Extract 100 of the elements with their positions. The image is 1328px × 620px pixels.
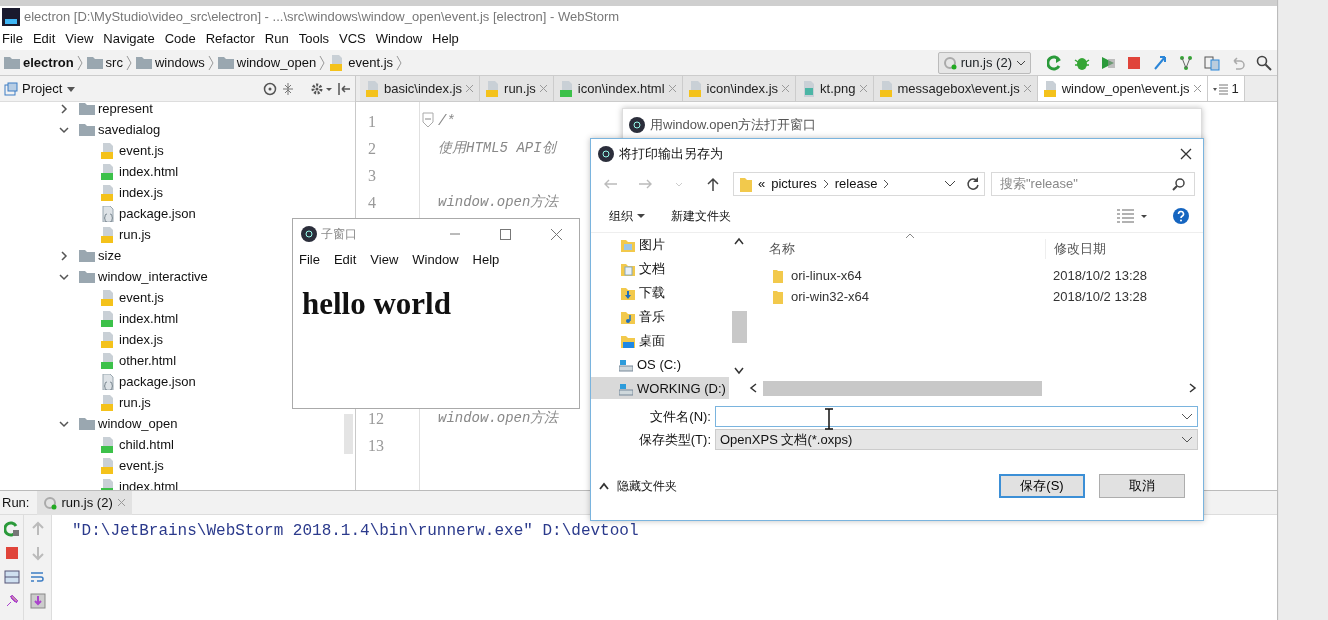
scroll-up-icon[interactable]: [734, 237, 744, 245]
gear-icon[interactable]: [311, 81, 333, 96]
refresh-icon[interactable]: [966, 177, 980, 191]
nav-item[interactable]: 图片: [591, 233, 729, 257]
tree-item[interactable]: run.js: [119, 392, 151, 413]
file-name-field[interactable]: [715, 406, 1198, 427]
branch-icon[interactable]: [1178, 54, 1194, 71]
panel-title[interactable]: Project: [22, 78, 63, 99]
target-icon[interactable]: [263, 81, 277, 96]
editor-tab[interactable]: kt.png: [796, 76, 874, 101]
tree-item[interactable]: window_open: [98, 413, 178, 434]
menu-item[interactable]: Tools: [296, 29, 338, 49]
stop-icon[interactable]: [3, 545, 20, 561]
tree-item[interactable]: event.js: [119, 455, 164, 476]
editor-tab[interactable]: run.js: [480, 76, 554, 101]
caret-icon[interactable]: [944, 180, 956, 188]
menu-item[interactable]: Edit: [30, 29, 64, 49]
menu-item[interactable]: Window: [412, 250, 459, 270]
run-tab[interactable]: run.js (2): [37, 490, 132, 515]
tree-item[interactable]: package.json: [119, 203, 196, 224]
tree-item[interactable]: savedialog: [98, 119, 161, 140]
breadcrumb-item[interactable]: src: [105, 52, 123, 73]
tree-item[interactable]: index.js: [119, 182, 164, 203]
editor-tab[interactable]: basic\index.js: [360, 76, 481, 101]
tree-item[interactable]: window_interactive: [98, 266, 208, 287]
scrollbar-thumb[interactable]: [731, 311, 747, 343]
column-header[interactable]: 修改日期: [1045, 239, 1106, 259]
scroll-right-icon[interactable]: [1189, 383, 1197, 393]
run-config-dropdown[interactable]: run.js (2): [937, 51, 1031, 74]
scrollbar-thumb[interactable]: [344, 414, 353, 454]
rerun-icon[interactable]: [3, 521, 20, 537]
stop-icon[interactable]: [1126, 54, 1142, 71]
help-icon[interactable]: [1173, 207, 1189, 224]
hide-panel-icon[interactable]: [337, 81, 351, 96]
address-bar[interactable]: « pictures release: [733, 172, 985, 196]
tree-item[interactable]: event.js: [119, 140, 164, 161]
editor-tab[interactable]: window_open\event.js: [1037, 76, 1208, 101]
file-name[interactable]: ori-win32-x64: [791, 286, 870, 307]
breadcrumb-item[interactable]: event.js: [348, 52, 394, 73]
menu-item[interactable]: Run: [262, 29, 297, 49]
nav-item[interactable]: 下载: [591, 281, 729, 305]
menu-item[interactable]: View: [63, 29, 102, 49]
layout-icon[interactable]: [3, 569, 20, 585]
undo-icon[interactable]: [1230, 54, 1246, 71]
tree-item[interactable]: index.html: [119, 161, 179, 182]
menu-item[interactable]: VCS: [337, 29, 374, 49]
nav-item[interactable]: OS (C:): [591, 353, 729, 377]
tree-item[interactable]: index.js: [119, 329, 164, 350]
rerun-icon[interactable]: [1047, 54, 1063, 71]
tree-item[interactable]: other.html: [119, 350, 177, 371]
menu-item[interactable]: Help: [430, 29, 467, 49]
file-name[interactable]: ori-linux-x64: [791, 265, 862, 286]
menu-item[interactable]: Refactor: [203, 29, 263, 49]
search-icon[interactable]: [1256, 54, 1272, 71]
compare-icon[interactable]: [1204, 54, 1220, 71]
scrollbar-thumb[interactable]: [763, 380, 1042, 396]
menu-item[interactable]: File: [0, 29, 31, 49]
menu-item[interactable]: Window: [373, 29, 431, 49]
tree-item[interactable]: size: [98, 245, 122, 266]
breadcrumb-item[interactable]: window_open: [236, 52, 317, 73]
tree-item[interactable]: child.html: [119, 434, 174, 455]
fold-marker-icon[interactable]: [422, 112, 434, 128]
editor-tab[interactable]: icon\index.html: [553, 76, 683, 101]
menu-item[interactable]: Help: [472, 250, 500, 270]
tab-list-button[interactable]: 1: [1207, 76, 1245, 101]
tree-item[interactable]: package.json: [119, 371, 196, 392]
hide-folders-toggle[interactable]: 隐藏文件夹: [599, 476, 677, 495]
nav-item[interactable]: WORKING (D:): [591, 377, 729, 399]
nav-item[interactable]: 文档: [591, 257, 729, 281]
coverage-icon[interactable]: [1100, 54, 1116, 71]
path-segment[interactable]: pictures: [771, 174, 817, 194]
editor-tab[interactable]: messagebox\event.js: [873, 76, 1038, 101]
file-type-dropdown[interactable]: OpenXPS 文档(*.oxps): [715, 429, 1198, 450]
back-arrow-icon[interactable]: [603, 177, 619, 191]
toolbar-button[interactable]: 新建文件夹: [671, 206, 731, 225]
forward-arrow-icon[interactable]: [637, 177, 653, 191]
maximize-icon[interactable]: [499, 227, 512, 241]
dialog-button[interactable]: 保存(S): [999, 473, 1085, 498]
collapse-icon[interactable]: [281, 81, 295, 96]
scroll-to-end-icon[interactable]: [29, 593, 46, 609]
menu-item[interactable]: Edit: [333, 250, 357, 270]
search-field[interactable]: 搜索"release": [991, 172, 1195, 196]
menu-item[interactable]: Code: [162, 29, 204, 49]
soft-wrap-icon[interactable]: [29, 569, 46, 585]
menu-item[interactable]: View: [370, 250, 399, 270]
nav-item[interactable]: 桌面: [591, 329, 729, 353]
tree-item[interactable]: index.html: [119, 308, 179, 329]
menu-item[interactable]: File: [299, 250, 320, 270]
update-icon[interactable]: [1152, 54, 1168, 71]
dialog-button[interactable]: 取消: [1099, 473, 1185, 498]
menu-item[interactable]: Navigate: [101, 29, 163, 49]
tree-item[interactable]: run.js: [119, 224, 151, 245]
nav-item[interactable]: 音乐: [591, 305, 729, 329]
toolbar-button[interactable]: 组织: [609, 206, 645, 225]
column-header[interactable]: 名称: [749, 239, 1045, 259]
tree-item[interactable]: event.js: [119, 287, 164, 308]
scroll-down-icon[interactable]: [734, 367, 744, 375]
view-options-icon[interactable]: [1117, 208, 1147, 223]
up-arrow-icon[interactable]: [705, 177, 721, 191]
scroll-left-icon[interactable]: [749, 383, 757, 393]
